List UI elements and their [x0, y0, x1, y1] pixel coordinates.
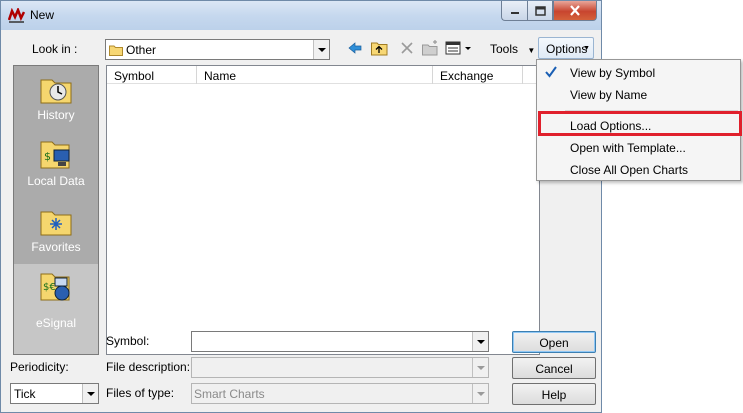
- menu-item-close-all-open-charts[interactable]: Close All Open Charts: [537, 159, 740, 181]
- chevron-down-icon[interactable]: [313, 40, 329, 59]
- options-menu-button[interactable]: Options ▼: [538, 37, 594, 59]
- maximize-icon: [534, 5, 546, 16]
- help-button[interactable]: Help: [512, 383, 596, 405]
- menu-item-view-by-symbol[interactable]: View by Symbol: [537, 62, 740, 84]
- files-of-type-label: Files of type:: [106, 386, 175, 400]
- minimize-button[interactable]: [501, 1, 527, 21]
- new-dialog: New Look in : Other Tools ▼ Options ▼ Hi…: [0, 0, 602, 413]
- cancel-button[interactable]: Cancel: [512, 357, 596, 379]
- close-button[interactable]: [553, 1, 597, 21]
- menu-item-view-by-name[interactable]: View by Name: [537, 84, 740, 106]
- files-of-type-dropdown-icon: [472, 384, 488, 403]
- window-title: New: [30, 8, 55, 22]
- file-description-combo: [191, 357, 489, 378]
- look-in-label: Look in :: [32, 42, 78, 56]
- options-dropdown-icon: ▼: [583, 45, 590, 52]
- esignal-icon: $€: [40, 273, 70, 301]
- close-icon: [570, 5, 580, 16]
- new-folder-icon[interactable]: [422, 39, 439, 57]
- checkmark-icon: [545, 66, 557, 78]
- menu-item-open-with-template[interactable]: Open with Template...: [537, 137, 740, 159]
- title-bar: New: [1, 1, 601, 30]
- dialog-body: Look in : Other Tools ▼ Options ▼ Histor…: [8, 31, 596, 409]
- back-arrow-icon[interactable]: [347, 39, 363, 57]
- places-bar: History $ Local Data Favorites $€ eSigna…: [13, 65, 99, 355]
- places-item-history[interactable]: History: [14, 66, 98, 130]
- periodicity-label: Periodicity:: [10, 360, 69, 374]
- up-folder-icon[interactable]: [371, 39, 388, 57]
- periodicity-dropdown-icon[interactable]: [82, 384, 98, 403]
- look-in-combo[interactable]: Other: [105, 39, 330, 60]
- highlight-annotation-box: [538, 111, 742, 136]
- file-list[interactable]: Symbol Name Exchange: [106, 65, 540, 355]
- svg-text:$: $: [44, 150, 51, 163]
- column-exchange[interactable]: Exchange: [433, 66, 523, 84]
- symbol-dropdown-icon[interactable]: [472, 332, 488, 351]
- folder-icon: [109, 45, 123, 56]
- file-description-dropdown-icon: [472, 358, 488, 377]
- periodicity-combo[interactable]: Tick: [10, 383, 99, 404]
- open-button[interactable]: Open: [512, 331, 596, 353]
- symbol-combo[interactable]: [191, 331, 489, 352]
- symbol-label: Symbol:: [106, 334, 150, 348]
- file-description-label: File description:: [106, 360, 191, 374]
- places-item-esignal[interactable]: $€ eSignal: [14, 264, 98, 354]
- minimize-icon: [510, 11, 519, 14]
- maximize-button[interactable]: [527, 1, 553, 21]
- tools-dropdown-icon: ▼: [527, 46, 536, 55]
- files-of-type-value: Smart Charts: [194, 387, 265, 401]
- favorites-icon: [40, 211, 72, 236]
- app-logo-icon: [8, 8, 25, 23]
- list-header: Symbol Name Exchange: [107, 66, 539, 84]
- places-item-local-data[interactable]: $ Local Data: [14, 132, 98, 196]
- places-item-favorites[interactable]: Favorites: [14, 198, 98, 262]
- history-icon: [40, 79, 72, 104]
- view-menu-icon[interactable]: [445, 39, 473, 57]
- column-name[interactable]: Name: [197, 66, 433, 84]
- column-symbol[interactable]: Symbol: [107, 66, 197, 84]
- tools-menu[interactable]: Tools ▼: [490, 42, 535, 56]
- local-data-icon: $: [40, 141, 70, 169]
- look-in-value: Other: [126, 43, 157, 57]
- delete-icon[interactable]: [400, 39, 414, 57]
- periodicity-value: Tick: [14, 387, 36, 401]
- svg-text:$€: $€: [43, 282, 56, 293]
- files-of-type-combo: Smart Charts: [191, 383, 489, 404]
